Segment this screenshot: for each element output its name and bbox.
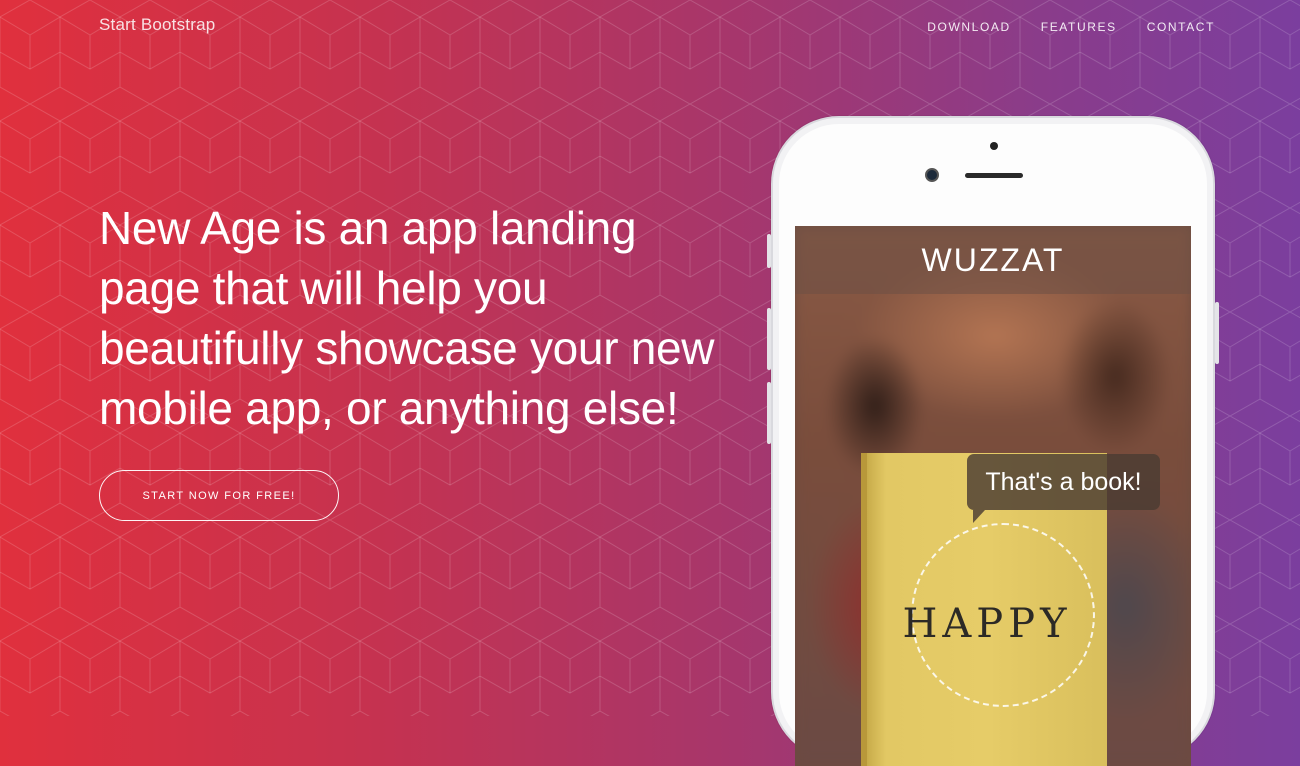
brand-logo-link[interactable]: Start Bootstrap [99, 15, 215, 35]
volume-up-icon [767, 308, 771, 370]
power-button-icon [1215, 302, 1219, 364]
earpiece-speaker-icon [965, 173, 1023, 178]
phone-screen: WUZZAT HAPPY That's a book! [795, 226, 1191, 766]
iphone-device-mockup: WUZZAT HAPPY That's a book! [767, 116, 1219, 766]
volume-down-icon [767, 382, 771, 444]
app-title: WUZZAT [921, 241, 1065, 278]
top-navbar: Start Bootstrap DOWNLOAD FEATURES CONTAC… [0, 0, 1300, 56]
start-now-button[interactable]: START NOW FOR FREE! [99, 470, 339, 521]
app-header-bar: WUZZAT [795, 226, 1191, 294]
speech-bubble: That's a book! [967, 454, 1160, 510]
hero-headline: New Age is an app landing page that will… [99, 202, 715, 434]
volume-button-icon [767, 234, 771, 268]
nav-link-contact[interactable]: CONTACT [1147, 20, 1215, 34]
book-cover-title: HAPPY [902, 601, 1072, 647]
speech-bubble-tail-icon [973, 510, 985, 523]
nav-links: DOWNLOAD FEATURES CONTACT [927, 20, 1215, 34]
sensor-dot-icon [990, 142, 998, 150]
nav-link-download[interactable]: DOWNLOAD [927, 20, 1010, 34]
nav-link-features[interactable]: FEATURES [1041, 20, 1117, 34]
front-camera-icon [925, 168, 939, 182]
